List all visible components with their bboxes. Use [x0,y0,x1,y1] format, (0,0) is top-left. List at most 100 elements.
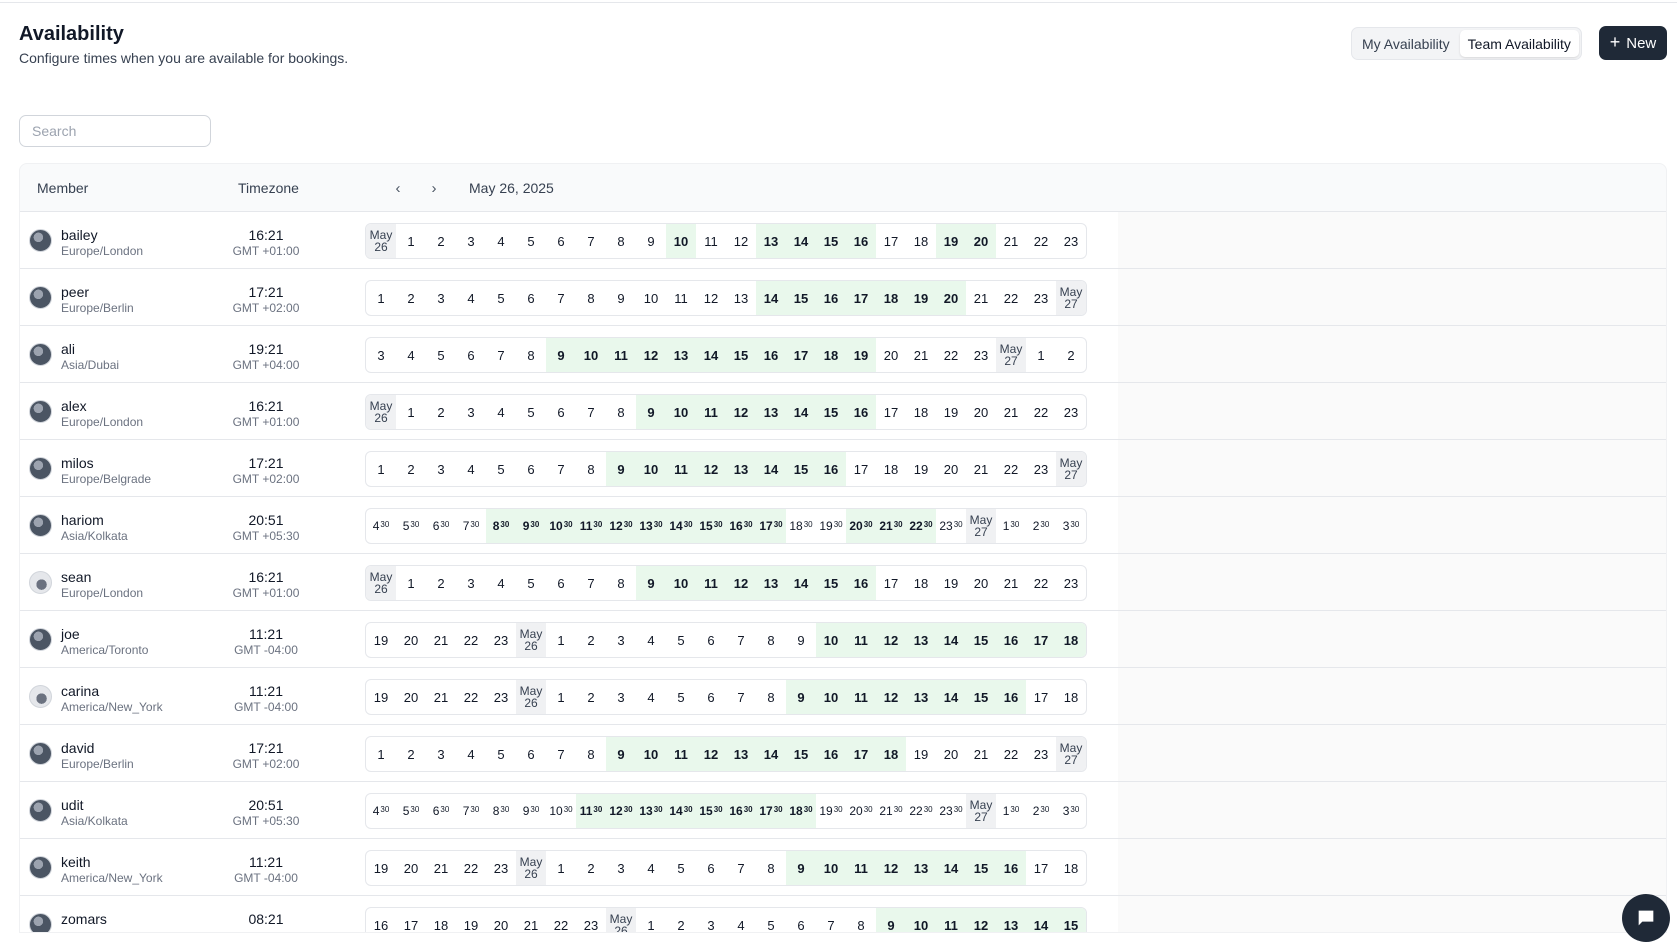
hour-cell: 10 [643,290,659,306]
new-button[interactable]: + New [1599,26,1667,60]
row-filler [1118,782,1666,838]
hour-cell: 1 [557,860,565,876]
hour-cell: 20 [493,917,509,933]
hour-cell: 19 [906,281,936,315]
column-header-member: Member [37,180,89,196]
avatar [29,400,52,423]
hour-cell: 19 [373,689,389,705]
day-marker-cell: May 26 [366,224,396,258]
avatar [29,286,52,309]
hour-cell: 23 [1033,461,1049,477]
hour-cell: 5 [437,347,445,363]
hour-cell: 7 [737,689,745,705]
hour-cell: 22 [463,632,479,648]
member-name: peer [61,284,90,300]
member-row: bailey Europe/London 16:21 GMT +01:00 May 26 1… [20,212,1666,269]
hour-cell: 11 [696,566,726,600]
hour-cell: 14 30 [666,794,696,828]
hour-cell: 12 30 [606,794,636,828]
chevron-right-icon[interactable]: › [423,177,445,199]
day-marker-cell: May 27 [1056,281,1086,315]
hour-cell: 5 30 [402,519,420,533]
hour-cell: 14 30 [666,509,696,543]
member-gmt-offset: GMT +05:30 [232,529,300,543]
hour-cell: 19 [913,461,929,477]
member-gmt-offset: GMT +01:00 [232,244,300,258]
hour-cell: 3 [467,575,475,591]
hour-cell: 11 30 [576,509,606,543]
member-gmt-offset: GMT +02:00 [232,301,300,315]
member-local-time: 17:21 [248,740,284,756]
hour-cell: 18 [913,404,929,420]
hour-cell: 10 [906,908,936,932]
hour-cell: 14 [786,224,816,258]
hour-cell: 13 30 [636,794,666,828]
hour-cell: 20 [403,860,419,876]
member-gmt-offset: GMT +01:00 [232,586,300,600]
hour-cell: 4 [467,461,475,477]
hour-cell: 11 [846,851,876,885]
hour-cell: 14 [756,737,786,771]
hour-cell: 14 [786,566,816,600]
member-local-time: 16:21 [248,569,284,585]
hour-cell: 7 [587,575,595,591]
hour-cell: 20 [973,575,989,591]
member-gmt-offset: GMT +04:00 [232,358,300,372]
row-filler [1118,383,1666,439]
hour-cell: 18 [1056,623,1086,657]
hour-cell: 10 [666,566,696,600]
hour-cell: 5 [677,689,685,705]
hour-cell: 8 [767,689,775,705]
hour-cell: 11 [846,680,876,714]
member-row: sean Europe/London 16:21 GMT +01:00 May 26 1 2 3… [20,554,1666,611]
hour-cell: 9 [786,851,816,885]
my-availability-tab[interactable]: My Availability [1354,30,1458,57]
hour-cell: 6 30 [432,804,450,818]
hour-cell: 20 [403,632,419,648]
day-marker-cell: May 26 [516,680,546,714]
hour-cell: 1 [377,461,385,477]
hour-cell: 21 [1003,575,1019,591]
hour-cell: 1 [557,632,565,648]
hour-cell: 13 [726,452,756,486]
hour-cell: 10 30 [549,804,573,818]
team-availability-tab[interactable]: Team Availability [1459,30,1579,57]
hour-cell: 7 [557,746,565,762]
hour-cell: 19 [943,575,959,591]
current-date: May 26, 2025 [469,180,554,196]
hour-cell: 11 [936,908,966,932]
avatar [29,571,52,594]
avatar [29,628,52,651]
search-input[interactable] [19,115,211,147]
hour-cell: 4 [497,404,505,420]
hour-cell: 12 30 [606,509,636,543]
hour-cell: 4 [737,917,745,933]
hour-cell: 11 [846,623,876,657]
hour-cell: 13 [733,290,749,306]
member-row: carina America/New_York 11:21 GMT -04:00 19 2… [20,668,1666,725]
member-name: udit [61,797,84,813]
chevron-left-icon[interactable]: ‹ [387,177,409,199]
hour-cell: 6 [467,347,475,363]
day-marker-cell: May 27 [996,338,1026,372]
page-subtitle: Configure times when you are available f… [19,50,349,66]
hour-cell: 1 30 [1002,519,1020,533]
hour-cell: 1 [407,233,415,249]
hour-cell: 20 [403,689,419,705]
hour-cell: 16 [373,917,389,933]
hour-cell: 15 [816,566,846,600]
chat-button[interactable] [1622,894,1670,942]
hour-cell: 2 [407,746,415,762]
member-timezone: Europe/Berlin [61,301,134,315]
hour-cell: 2 [587,860,595,876]
hour-cell: 5 30 [402,804,420,818]
hour-cell: 17 [403,917,419,933]
hour-cell: 6 30 [432,519,450,533]
hour-cell: 9 [636,395,666,429]
hour-strip: 4 30 5 30 6 30 7 30 8 30 9 30 10 30 11 30 12 30 13 30 14 30 15… [365,793,1087,829]
hour-cell: 7 30 [462,804,480,818]
hour-cell: 11 [704,233,718,249]
hour-cell: 15 [966,623,996,657]
hour-cell: 17 30 [756,794,786,828]
hour-cell: 18 30 [786,794,816,828]
